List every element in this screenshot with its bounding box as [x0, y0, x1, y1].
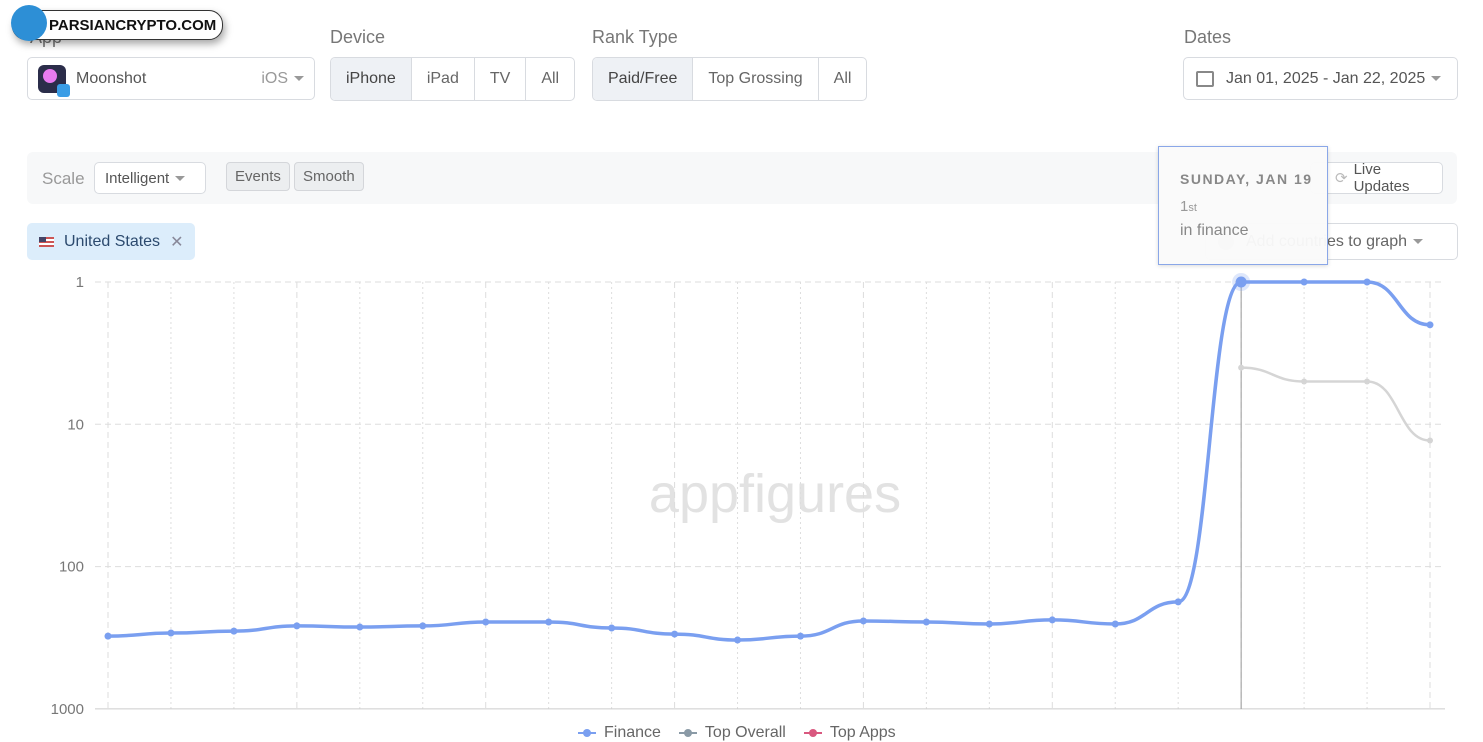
- tooltip-category: in finance: [1180, 222, 1249, 239]
- data-point: [1238, 364, 1245, 371]
- rank-top-grossing[interactable]: Top Grossing: [693, 58, 819, 100]
- chevron-down-icon: [175, 175, 186, 181]
- data-point: [1301, 378, 1308, 385]
- tooltip-rank-suffix: st: [1188, 202, 1197, 214]
- data-point: [293, 622, 301, 630]
- watermark-text: PARSIANCRYPTO.COM: [49, 16, 217, 34]
- legend-label: Finance: [604, 724, 661, 741]
- hover-point: [1235, 276, 1247, 288]
- series-line-finance: [107, 280, 1431, 642]
- watermark-badge: PARSIANCRYPTO.COM: [11, 5, 224, 41]
- live-updates-button[interactable]: ⟳ Live Updates: [1310, 161, 1443, 195]
- date-range: Jan 01, 2025 - Jan 22, 2025: [1226, 69, 1426, 87]
- us-flag-icon: [39, 236, 54, 247]
- app-selector[interactable]: Moonshot iOS: [27, 57, 315, 100]
- data-point: [922, 618, 930, 626]
- data-point: [608, 624, 616, 632]
- data-point: [230, 627, 238, 635]
- data-point: [859, 617, 867, 625]
- remove-country-icon[interactable]: ✕: [170, 232, 183, 252]
- y-tick-label: 10: [67, 416, 84, 433]
- data-point: [167, 629, 175, 637]
- series-line-top-overall: [1241, 366, 1431, 442]
- live-updates-label: Live Updates: [1353, 161, 1410, 195]
- rank-paid-free[interactable]: Paid/Free: [593, 58, 694, 100]
- legend-top-apps[interactable]: Top Apps: [803, 724, 896, 742]
- rank-type-toggle: Paid/Free Top Grossing All: [592, 57, 868, 101]
- y-tick-label: 1000: [51, 701, 84, 718]
- data-point: [1048, 616, 1056, 624]
- chart-tooltip: SUNDAY, JAN 19 1st in finance: [1158, 146, 1328, 265]
- legend-label: Top Apps: [829, 724, 896, 741]
- data-point: [482, 618, 490, 626]
- tooltip-rank: 1st: [1180, 198, 1197, 215]
- y-tick-label: 100: [59, 559, 84, 576]
- device-iphone[interactable]: iPhone: [331, 58, 412, 100]
- device-label: Device: [330, 27, 386, 47]
- data-point: [104, 632, 112, 640]
- data-point: [1427, 437, 1433, 444]
- platform: iOS: [261, 69, 288, 87]
- data-point: [545, 618, 553, 626]
- data-point: [1426, 321, 1434, 329]
- legend-label: Top Overall: [704, 724, 786, 741]
- legend-top-overall[interactable]: Top Overall: [678, 724, 786, 742]
- scale-value: Intelligent: [105, 169, 170, 187]
- rank-chart: appfigures1101001000: [51, 273, 1445, 718]
- data-point: [1174, 598, 1182, 606]
- data-point: [1300, 278, 1308, 286]
- date-range-picker[interactable]: Jan 01, 2025 - Jan 22, 2025: [1183, 57, 1458, 100]
- data-point: [356, 623, 364, 631]
- country-name: United States: [64, 232, 161, 250]
- data-point: [734, 636, 742, 644]
- tooltip-date: SUNDAY, JAN 19: [1180, 171, 1313, 187]
- data-point: [419, 622, 427, 630]
- device-tv[interactable]: TV: [475, 58, 527, 100]
- data-point: [985, 620, 993, 628]
- events-toggle[interactable]: Events: [226, 162, 290, 191]
- dates-label: Dates: [1184, 27, 1232, 47]
- legend-finance[interactable]: Finance: [578, 724, 661, 742]
- data-point: [1364, 378, 1371, 385]
- chart-legend: Finance Top Overall Top Apps: [578, 724, 896, 742]
- chevron-down-icon: [294, 76, 304, 81]
- refresh-icon: ⟳: [1335, 170, 1348, 187]
- app-name: Moonshot: [76, 69, 147, 87]
- rank-type-label: Rank Type: [592, 27, 678, 47]
- scale-select[interactable]: Intelligent: [94, 162, 206, 194]
- device-all[interactable]: All: [526, 58, 574, 100]
- data-point: [1363, 278, 1371, 286]
- scale-label: Scale: [42, 169, 85, 188]
- app-icon: [38, 64, 70, 97]
- country-chip: United States ✕: [27, 223, 196, 260]
- device-ipad[interactable]: iPad: [412, 58, 475, 100]
- chevron-down-icon: [1413, 239, 1423, 244]
- calendar-icon: [1196, 70, 1214, 87]
- logo-icon: [11, 5, 47, 41]
- device-toggle: iPhone iPad TV All: [330, 57, 576, 101]
- data-point: [796, 632, 804, 640]
- chevron-down-icon: [1431, 76, 1442, 81]
- y-tick-label: 1: [76, 274, 84, 291]
- data-point: [1111, 620, 1119, 628]
- smooth-toggle[interactable]: Smooth: [294, 162, 364, 191]
- data-point: [671, 630, 679, 638]
- rank-all[interactable]: All: [819, 58, 867, 100]
